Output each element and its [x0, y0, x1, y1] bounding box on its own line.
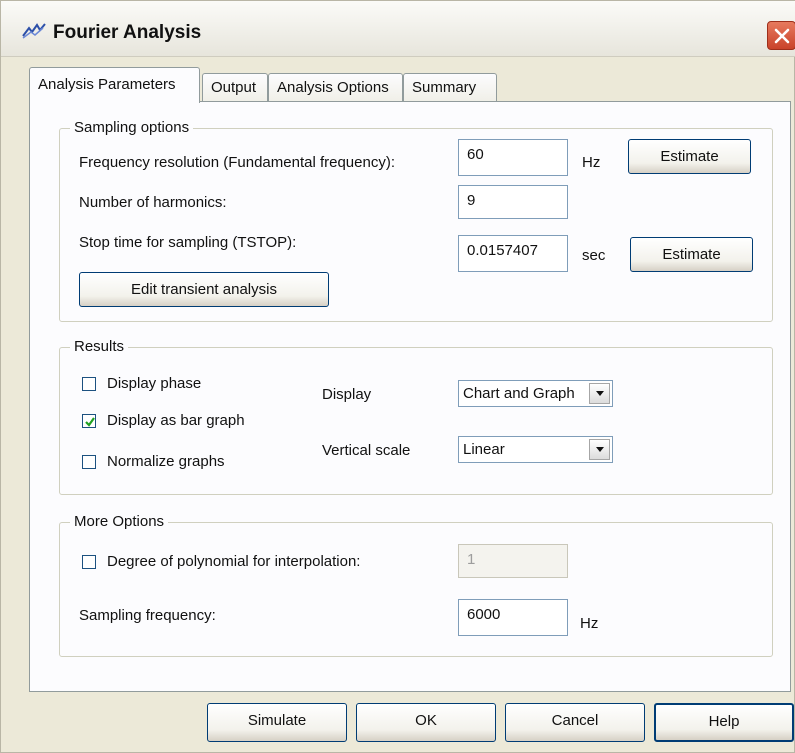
vertical-scale-select[interactable]: Linear — [458, 436, 613, 463]
stop-time-input[interactable]: 0.0157407 — [458, 235, 568, 272]
stop-time-unit-label: sec — [582, 247, 606, 264]
cancel-button[interactable]: Cancel — [505, 703, 645, 742]
stop-time-label: Stop time for sampling (TSTOP): — [79, 234, 297, 251]
sampling-frequency-unit-label: Hz — [580, 615, 599, 632]
sampling-options-group: Sampling options Frequency resolution (F… — [59, 119, 773, 322]
app-icon — [21, 22, 47, 40]
number-of-harmonics-input[interactable]: 9 — [458, 185, 568, 219]
vertical-scale-select-value: Linear — [463, 441, 505, 458]
number-of-harmonics-label: Number of harmonics: — [79, 194, 227, 211]
close-icon — [774, 28, 790, 44]
tab-analysis-options[interactable]: Analysis Options — [268, 73, 403, 102]
tab-analysis-parameters[interactable]: Analysis Parameters — [29, 67, 200, 103]
fourier-analysis-dialog: Fourier Analysis Analysis Parameters Out… — [0, 0, 795, 753]
more-options-title: More Options — [70, 513, 169, 531]
normalize-graphs-label: Normalize graphs — [107, 453, 225, 470]
display-as-bar-graph-checkbox[interactable] — [82, 414, 96, 428]
polynomial-degree-input[interactable]: 1 — [458, 544, 568, 578]
polynomial-interpolation-label: Degree of polynomial for interpolation: — [107, 553, 361, 570]
sampling-frequency-label: Sampling frequency: — [79, 607, 216, 624]
frequency-unit-label: Hz — [582, 154, 601, 171]
display-select-value: Chart and Graph — [463, 385, 575, 402]
display-label: Display — [322, 386, 372, 403]
display-select[interactable]: Chart and Graph — [458, 380, 613, 407]
title-bar: Fourier Analysis — [1, 1, 795, 57]
results-group: Results Display phase Display as bar gra… — [59, 338, 773, 495]
window-title: Fourier Analysis — [53, 22, 202, 43]
checkmark-icon — [85, 417, 95, 427]
results-title: Results — [70, 338, 129, 356]
close-button[interactable] — [767, 21, 795, 50]
edit-transient-analysis-button[interactable]: Edit transient analysis — [79, 272, 329, 307]
sampling-options-title: Sampling options — [70, 119, 194, 137]
polynomial-interpolation-checkbox[interactable] — [82, 555, 96, 569]
frequency-resolution-label: Frequency resolution (Fundamental freque… — [79, 154, 395, 171]
tab-summary[interactable]: Summary — [403, 73, 497, 102]
display-as-bar-graph-label: Display as bar graph — [107, 412, 245, 429]
tab-panel: Sampling options Frequency resolution (F… — [29, 101, 791, 692]
help-button[interactable]: Help — [654, 703, 794, 742]
ok-button[interactable]: OK — [356, 703, 496, 742]
chevron-down-icon[interactable] — [589, 383, 610, 404]
display-phase-checkbox[interactable] — [82, 377, 96, 391]
normalize-graphs-checkbox[interactable] — [82, 455, 96, 469]
chevron-down-icon[interactable] — [589, 439, 610, 460]
estimate-frequency-button[interactable]: Estimate — [628, 139, 751, 174]
tab-output[interactable]: Output — [202, 73, 268, 102]
sampling-frequency-input[interactable]: 6000 — [458, 599, 568, 636]
more-options-group: More Options Degree of polynomial for in… — [59, 513, 773, 657]
display-phase-label: Display phase — [107, 375, 202, 392]
frequency-resolution-input[interactable]: 60 — [458, 139, 568, 176]
estimate-stop-time-button[interactable]: Estimate — [630, 237, 753, 272]
vertical-scale-label: Vertical scale — [322, 442, 411, 459]
simulate-button[interactable]: Simulate — [207, 703, 347, 742]
